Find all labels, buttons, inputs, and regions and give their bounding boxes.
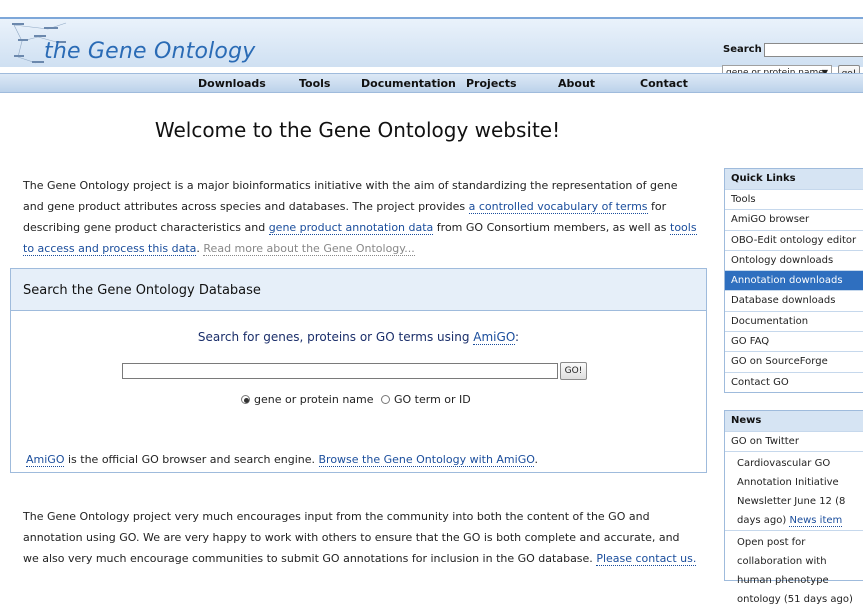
logo-text: the Gene Ontology (44, 39, 256, 64)
quick-link-documentation[interactable]: Documentation (725, 310, 863, 331)
main-nav: Downloads Tools Documentation Projects A… (0, 73, 863, 93)
nav-documentation[interactable]: Documentation (361, 77, 456, 90)
community-paragraph: The Gene Ontology project very much enco… (23, 506, 698, 569)
news-title: News (725, 411, 863, 431)
amigo-suffix: . (534, 453, 538, 466)
news-twitter-link[interactable]: GO on Twitter (725, 431, 863, 451)
radio-label: gene or protein name (254, 393, 374, 406)
site-logo[interactable]: the Gene Ontology (8, 19, 255, 69)
quick-link-faq[interactable]: GO FAQ (725, 331, 863, 351)
news-panel: News GO on Twitter Cardiovascular GO Ann… (724, 410, 863, 605)
site-header: the Gene Ontology Search gene or protein… (0, 0, 863, 93)
prompt-suffix: : (515, 330, 520, 344)
news-item-link[interactable]: News item (789, 515, 843, 528)
news-item-text: Open post for collaboration with human p… (737, 537, 853, 606)
radio-selected-icon (241, 395, 250, 404)
quick-link-tools[interactable]: Tools (725, 189, 863, 209)
database-search-go-button[interactable]: GO! (560, 362, 587, 380)
radio-label: GO term or ID (394, 393, 471, 406)
panel-title: Search the Gene Ontology Database (23, 283, 261, 298)
quick-link-database-downloads[interactable]: Database downloads (725, 290, 863, 310)
nav-contact[interactable]: Contact (640, 77, 688, 90)
amigo-link[interactable]: AmiGO (26, 453, 65, 467)
news-item: Cardiovascular GO Annotation Initiative … (725, 451, 863, 530)
browse-amigo-link[interactable]: Browse the Gene Ontology with AmiGO (318, 453, 535, 467)
nav-tools[interactable]: Tools (299, 77, 330, 90)
radio-unselected-icon (381, 395, 390, 404)
quick-link-obo-edit[interactable]: OBO-Edit ontology editor (725, 229, 863, 250)
nav-about[interactable]: About (558, 77, 595, 90)
panel-header: Search the Gene Ontology Database (11, 269, 706, 311)
quick-link-amigo[interactable]: AmiGO browser (725, 209, 863, 229)
search-prompt: Search for genes, proteins or GO terms u… (11, 330, 706, 345)
prompt-text: Search for genes, proteins or GO terms u… (197, 330, 474, 344)
intro-paragraph: The Gene Ontology project is a major bio… (23, 175, 698, 259)
outro-text: The Gene Ontology project very much enco… (23, 510, 680, 565)
radio-go-term[interactable]: GO term or ID (381, 393, 471, 406)
header-search-input[interactable] (764, 43, 863, 57)
contact-us-link[interactable]: Please contact us. (596, 552, 697, 566)
nav-downloads[interactable]: Downloads (198, 77, 266, 90)
database-search-panel: Search the Gene Ontology Database Search… (10, 268, 707, 473)
news-item[interactable]: Open post for collaboration with human p… (725, 530, 863, 609)
amigo-description: AmiGO is the official GO browser and sea… (26, 453, 538, 467)
radio-gene-protein[interactable]: gene or protein name (241, 393, 374, 406)
annotation-data-link[interactable]: gene product annotation data (268, 221, 434, 235)
amigo-text: is the official GO browser and search en… (64, 453, 319, 466)
search-label: Search (723, 44, 762, 55)
read-more-link[interactable]: Read more about the Gene Ontology... (203, 242, 415, 256)
controlled-vocabulary-link[interactable]: a controlled vocabulary of terms (468, 200, 648, 214)
quick-link-ontology-downloads[interactable]: Ontology downloads (725, 249, 863, 270)
quick-link-annotation-downloads[interactable]: Annotation downloads (725, 270, 863, 291)
quick-links-title: Quick Links (725, 169, 863, 189)
database-search-input[interactable] (122, 363, 558, 379)
quick-link-sourceforge[interactable]: GO on SourceForge (725, 351, 863, 371)
page-title: Welcome to the Gene Ontology website! (154, 118, 561, 142)
banner: the Gene Ontology Search gene or protein… (0, 17, 863, 83)
quick-links-panel: Quick Links Tools AmiGO browser OBO-Edit… (724, 168, 863, 393)
quick-link-contact[interactable]: Contact GO (725, 371, 863, 392)
nav-projects[interactable]: Projects (466, 77, 517, 90)
amigo-prompt-link[interactable]: AmiGO (473, 330, 516, 345)
intro-text: from GO Consortium members, as well as (433, 221, 670, 234)
top-strip (0, 0, 863, 17)
